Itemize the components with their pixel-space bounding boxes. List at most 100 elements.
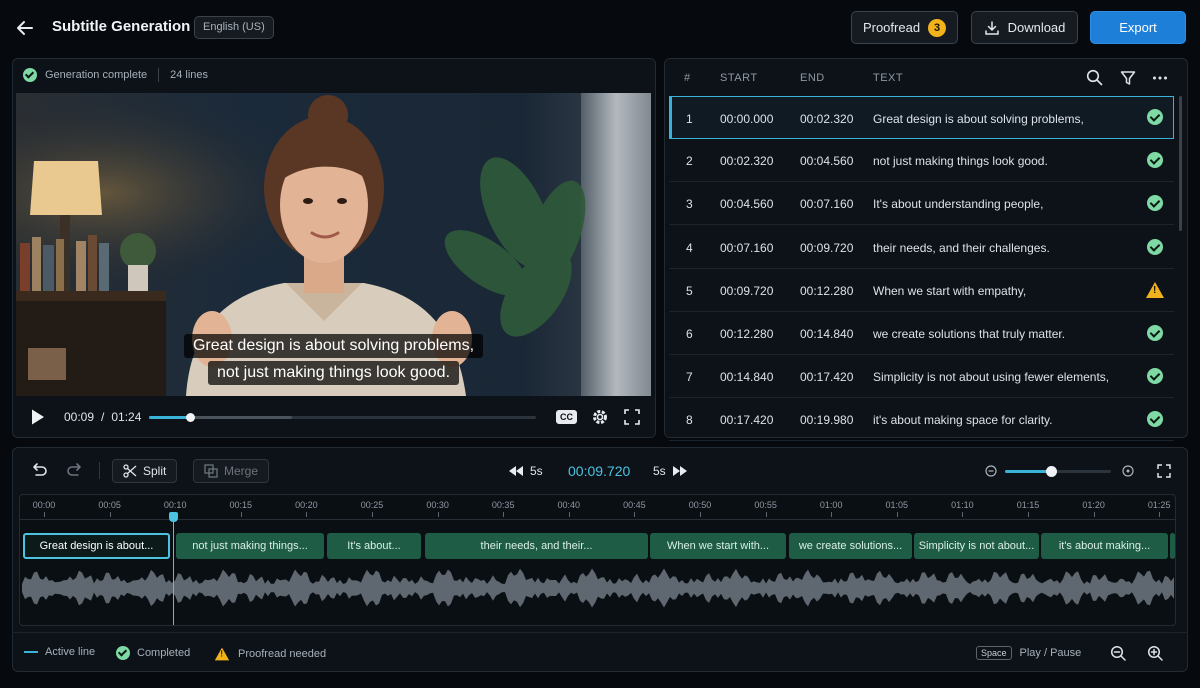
zoom-out-small-icon[interactable]: [985, 465, 997, 477]
table-row[interactable]: 1 00:00.000 00:02.320 Great design is about…: [669, 96, 1174, 139]
check-circle-icon: [23, 68, 37, 82]
zoom-slider[interactable]: [1005, 466, 1111, 477]
ruler-tick-label: 00:30: [426, 500, 449, 510]
table-row[interactable]: 7 00:14.840 00:17.420 Simplicity is not abo…: [669, 355, 1174, 399]
split-label: Split: [143, 463, 167, 478]
export-button[interactable]: Export: [1090, 11, 1186, 44]
row-start-time: 00:17.420: [720, 413, 774, 428]
warning-icon: [214, 647, 230, 661]
legend-completed: Completed: [116, 646, 190, 660]
ruler-tick-mark: [306, 512, 308, 517]
more-options-icon[interactable]: [1152, 70, 1168, 86]
column-header-start: START: [720, 72, 758, 84]
check-circle-icon: [1147, 238, 1163, 255]
play-icon[interactable]: [30, 404, 46, 430]
ruler-tick-mark: [962, 512, 964, 517]
timeline-segment[interactable]: it's about making...: [1041, 533, 1168, 559]
table-row[interactable]: 8 00:17.420 00:19.980 it's about making spa…: [669, 398, 1174, 442]
row-start-time: 00:07.160: [720, 240, 774, 255]
ruler-tick-label: 00:50: [688, 500, 712, 510]
zoom-in-small-icon[interactable]: [1122, 465, 1134, 477]
row-number: 1: [686, 112, 693, 126]
table-row[interactable]: 6 00:12.280 00:14.840 we create solutions t…: [669, 312, 1174, 355]
row-end-time: 00:02.320: [800, 112, 854, 126]
ruler-tick-mark: [437, 512, 439, 517]
zoom-in-icon[interactable]: [1147, 645, 1163, 661]
language-badge: English (US): [194, 16, 274, 39]
undo-icon[interactable]: [30, 462, 48, 478]
ruler-tick-label: 00:25: [360, 500, 384, 510]
row-text: Simplicity is not about using fewer elem…: [873, 370, 1110, 385]
playhead-handle[interactable]: [169, 512, 178, 522]
row-text: It's about understanding people,: [873, 197, 1044, 212]
row-start-time: 00:00.000: [720, 112, 774, 126]
timeline-segment[interactable]: not just making things...: [176, 533, 324, 559]
row-text: their needs, and their challenges.: [873, 240, 1050, 255]
page-title: Subtitle Generation: [52, 18, 191, 35]
back-arrow-icon[interactable]: [12, 15, 38, 41]
row-text: it's about making space for clarity.: [873, 413, 1053, 428]
timeline-segment-partial[interactable]: [1170, 533, 1175, 559]
row-start-time: 00:12.280: [720, 327, 774, 341]
divider: [12, 632, 1188, 633]
timeline-segment[interactable]: Great design is about...: [23, 533, 170, 559]
row-number: 3: [686, 197, 693, 212]
zoom-out-icon[interactable]: [1110, 645, 1126, 661]
search-icon[interactable]: [1086, 69, 1103, 86]
column-header-text: TEXT: [873, 72, 904, 84]
divider: [158, 68, 160, 82]
table-row[interactable]: 2 00:02.320 00:04.560 not just making thing…: [669, 139, 1174, 183]
seek-bar[interactable]: [149, 413, 536, 422]
playhead-line[interactable]: [173, 515, 174, 625]
ruler-tick-label: 00:15: [229, 500, 253, 510]
timeline-segment[interactable]: we create solutions...: [789, 533, 912, 559]
skip-back-button[interactable]: 5s: [508, 458, 543, 483]
ruler-tick-label: 00:35: [491, 500, 515, 510]
status-text: Generation complete: [45, 69, 148, 81]
legend-active-line: Active line: [24, 646, 95, 658]
audio-waveform: [22, 568, 1174, 608]
zoom-slider-handle[interactable]: [1045, 466, 1057, 477]
filter-icon[interactable]: [1120, 70, 1136, 86]
redo-icon[interactable]: [66, 462, 84, 478]
ruler-tick-label: 00:55: [754, 500, 777, 510]
row-end-time: 00:17.420: [800, 370, 854, 385]
ruler-tick-label: 01:25: [1147, 500, 1171, 510]
ruler-tick-mark: [109, 512, 111, 517]
ruler-tick-mark: [1028, 512, 1029, 517]
timeline-segment[interactable]: When we start with...: [650, 533, 786, 559]
caption-line-2: not just making things look good.: [16, 361, 651, 385]
warning-icon: [1146, 281, 1164, 298]
expand-timeline-icon[interactable]: [1157, 464, 1171, 478]
split-button[interactable]: Split: [112, 458, 178, 483]
skip-forward-label: 5s: [653, 463, 666, 478]
time-display: 00:09 / 01:24: [64, 404, 141, 430]
table-row[interactable]: 4 00:07.160 00:09.720 their needs, and thei…: [669, 226, 1174, 269]
row-start-time: 00:09.720: [720, 283, 774, 298]
download-button[interactable]: Download: [971, 11, 1078, 44]
row-number: 6: [686, 327, 693, 341]
table-row[interactable]: 3 00:04.560 00:07.160 It's about understand…: [669, 182, 1174, 226]
ruler-tick-mark: [896, 512, 898, 517]
timeline-segment[interactable]: Simplicity is not about...: [914, 533, 1039, 559]
row-text: When we start with empathy,: [873, 283, 1027, 298]
timeline-segment[interactable]: their needs, and their...: [425, 533, 648, 559]
merge-button[interactable]: Merge: [193, 458, 270, 483]
fullscreen-icon[interactable]: [624, 404, 640, 430]
settings-gear-icon[interactable]: [591, 404, 609, 430]
ruler-tick-label: 01:10: [951, 500, 974, 510]
ruler-tick-label: 00:10: [163, 500, 187, 510]
skip-forward-button[interactable]: 5s: [653, 458, 688, 483]
column-header-number: #: [684, 72, 691, 84]
time-separator: /: [101, 410, 105, 424]
ruler-tick-label: 00:00: [32, 500, 56, 510]
timeline-segment[interactable]: It's about...: [327, 533, 421, 559]
table-scrollbar[interactable]: [1179, 96, 1182, 231]
ruler-tick-label: 00:45: [623, 500, 646, 510]
closed-captions-button[interactable]: CC: [556, 404, 577, 430]
legend-proofread: Proofread needed: [213, 646, 326, 662]
table-row[interactable]: 5 00:09.720 00:12.280 When we start with em…: [669, 269, 1174, 312]
ruler-tick-mark: [44, 512, 45, 517]
proofread-button[interactable]: Proofread 3: [851, 11, 958, 44]
video-preview[interactable]: Great design is about solving problems, …: [16, 93, 651, 396]
